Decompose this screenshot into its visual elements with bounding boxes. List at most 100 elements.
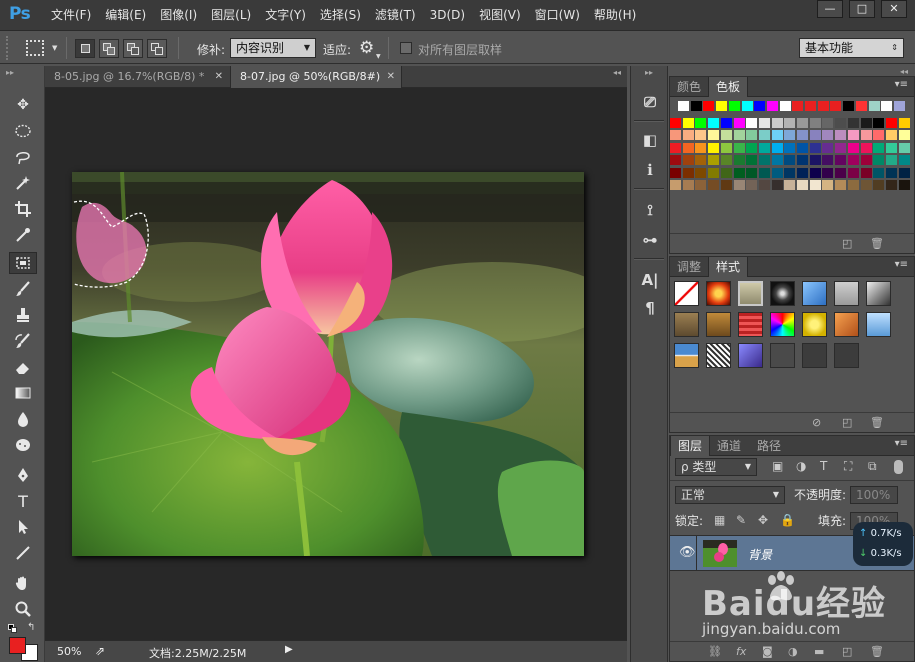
swatch[interactable] [682, 130, 694, 141]
swatch[interactable] [809, 142, 821, 153]
style-preset[interactable] [738, 281, 763, 306]
swatch[interactable] [847, 130, 859, 141]
swatch[interactable] [797, 155, 808, 166]
swatch[interactable] [746, 142, 758, 153]
style-preset[interactable] [674, 281, 699, 306]
swatch[interactable] [822, 180, 834, 190]
new-style-icon[interactable]: ◰ [842, 416, 852, 429]
swatch[interactable] [822, 142, 834, 153]
swatch[interactable] [898, 180, 910, 190]
swatch[interactable] [847, 180, 859, 190]
swatch[interactable] [703, 101, 715, 111]
swatch[interactable] [784, 155, 796, 166]
swatch[interactable] [835, 118, 847, 128]
swatch[interactable] [873, 130, 885, 141]
swatch[interactable] [881, 101, 893, 111]
swatch[interactable] [708, 180, 720, 190]
layer-filter-select[interactable]: ρ 类型 ▼ [675, 458, 757, 476]
swatch[interactable] [847, 155, 859, 166]
lock-position-icon[interactable]: ✥ [758, 513, 768, 527]
swatch[interactable] [708, 155, 720, 166]
swatch[interactable] [822, 155, 834, 166]
play-arrow-icon[interactable]: ▶ [285, 644, 293, 655]
swatch[interactable] [758, 167, 770, 178]
eye-icon[interactable]: 👁 [679, 545, 696, 560]
zoom-tool-icon[interactable] [9, 598, 37, 620]
history-icon[interactable]: ⎚ [640, 92, 660, 112]
swatch[interactable] [898, 142, 910, 153]
swatch[interactable] [805, 101, 816, 111]
adjustment-layer-icon[interactable]: ◑ [788, 645, 798, 658]
swatch[interactable] [817, 101, 829, 111]
swatch[interactable] [860, 180, 872, 190]
swatch[interactable] [682, 142, 694, 153]
swatch[interactable] [716, 101, 728, 111]
swatch[interactable] [746, 167, 758, 178]
swatch[interactable] [860, 142, 872, 153]
swatch[interactable] [835, 180, 847, 190]
swatch[interactable] [809, 155, 821, 166]
patch-tool-icon[interactable] [9, 252, 37, 274]
swatch[interactable] [860, 118, 872, 128]
swatch[interactable] [758, 155, 770, 166]
swatch[interactable] [885, 142, 897, 153]
swatch[interactable] [720, 118, 732, 128]
swatch[interactable] [860, 167, 872, 178]
network-speed-widget[interactable]: ↑ 0.7K/s ↓ 0.3K/s [853, 522, 913, 566]
eyedropper-tool-icon[interactable] [9, 224, 37, 246]
swatch[interactable] [809, 130, 821, 141]
swatch[interactable] [771, 167, 783, 178]
gradient-tool-icon[interactable] [9, 382, 37, 404]
swatch[interactable] [678, 101, 689, 111]
sponge-tool-icon[interactable] [9, 434, 37, 456]
minimize-button[interactable]: — [817, 0, 843, 18]
style-preset[interactable] [674, 312, 699, 337]
swatch[interactable] [868, 101, 880, 111]
info-icon[interactable]: ℹ [640, 160, 660, 180]
style-preset[interactable] [674, 343, 699, 368]
swatch[interactable] [797, 180, 808, 190]
swatch[interactable] [733, 167, 745, 178]
swatch[interactable] [893, 101, 905, 111]
swatch[interactable] [708, 167, 720, 178]
workspace-select[interactable]: 基本功能 ⇕ [799, 38, 904, 58]
swatch[interactable] [690, 101, 702, 111]
document-tab-active[interactable]: 8-07.jpg @ 50%(RGB/8#) ✕ [230, 66, 402, 88]
swatch[interactable] [847, 167, 859, 178]
swatch[interactable] [758, 142, 770, 153]
swatch[interactable] [695, 167, 707, 178]
swatch[interactable] [670, 118, 681, 128]
menu-type[interactable]: 文字(Y) [258, 0, 313, 31]
style-preset[interactable] [770, 281, 795, 306]
restore-button[interactable]: □ [849, 0, 875, 18]
swatch[interactable] [682, 180, 694, 190]
swatch[interactable] [754, 101, 766, 111]
swatch[interactable] [779, 101, 791, 111]
swatch[interactable] [746, 130, 758, 141]
swatch[interactable] [746, 180, 758, 190]
swatch[interactable] [797, 142, 808, 153]
new-swatch-icon[interactable]: ◰ [842, 237, 852, 250]
style-preset[interactable] [706, 343, 731, 368]
add-selection-button[interactable] [99, 39, 119, 58]
move-tool-icon[interactable]: ✥ [9, 94, 37, 116]
swatch[interactable] [746, 118, 758, 128]
swatch[interactable] [682, 118, 694, 128]
close-button[interactable]: ✕ [881, 0, 907, 18]
intersect-selection-button[interactable] [147, 39, 167, 58]
lock-all-icon[interactable]: 🔒 [780, 513, 795, 527]
blend-mode-select[interactable]: 正常 ▼ [675, 486, 785, 504]
swatch[interactable] [873, 155, 885, 166]
swatch[interactable] [843, 101, 855, 111]
swatch[interactable] [898, 155, 910, 166]
crop-tool-icon[interactable] [9, 198, 37, 220]
foreground-color-swatch[interactable] [9, 637, 26, 654]
brush-tool-icon[interactable] [9, 278, 37, 300]
swatch[interactable] [855, 101, 867, 111]
style-preset[interactable] [834, 281, 859, 306]
swatch[interactable] [784, 130, 796, 141]
brush-presets-icon[interactable]: ⟟ [640, 200, 660, 220]
swatch[interactable] [733, 118, 745, 128]
swatch[interactable] [792, 101, 804, 111]
options-grip[interactable] [6, 36, 10, 60]
